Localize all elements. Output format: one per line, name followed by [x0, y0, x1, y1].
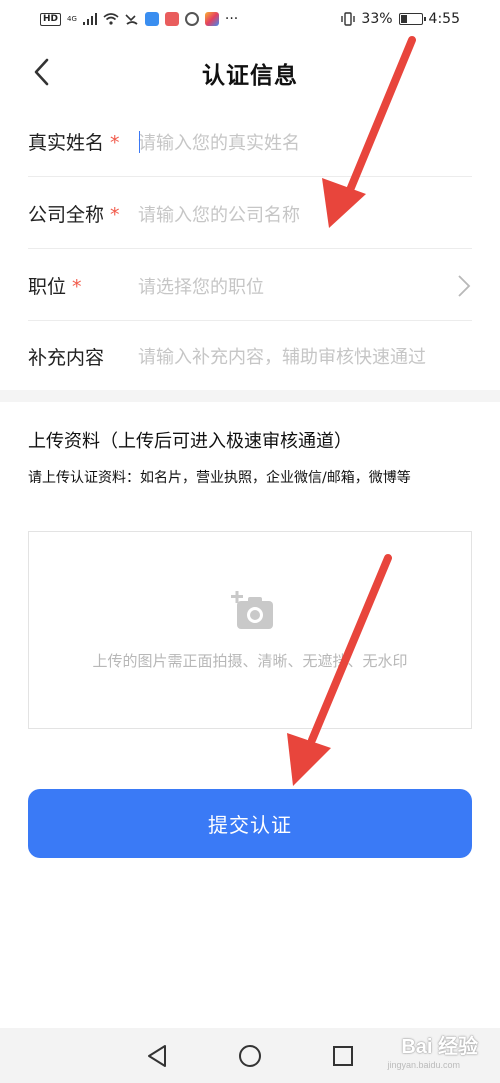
- shield-app-icon: [184, 12, 199, 26]
- position-select[interactable]: 请选择您的职位: [138, 273, 472, 299]
- supplement-input[interactable]: 请输入补充内容，辅助审核快速通过: [138, 343, 472, 369]
- wifi-icon: [103, 13, 119, 25]
- submit-button[interactable]: 提交认证: [28, 789, 472, 858]
- field-label-text: 职位: [28, 276, 67, 298]
- battery-percent: 33%: [361, 11, 393, 27]
- square-recents-icon: [333, 1045, 354, 1066]
- form-row-real-name[interactable]: 真实姓名 * 请输入您的真实姓名: [28, 107, 472, 177]
- status-right: 33% 4:55: [341, 11, 460, 27]
- triangle-back-icon: [147, 1044, 166, 1067]
- network-type: 4G: [67, 14, 77, 23]
- back-button[interactable]: [26, 57, 56, 87]
- chevron-left-icon: [34, 58, 49, 86]
- field-label-text: 真实姓名: [28, 132, 105, 154]
- mail-app-icon: [164, 12, 179, 26]
- text-cursor: [139, 131, 140, 153]
- colorful-app-icon: [204, 12, 219, 26]
- company-input[interactable]: 请输入您的公司名称: [138, 201, 472, 227]
- required-mark: *: [110, 204, 120, 226]
- field-label: 职位 *: [28, 272, 138, 299]
- missed-call-icon: [125, 14, 138, 25]
- image-upload-area[interactable]: 上传的图片需正面拍摄、清晰、无遮挡、无水印: [28, 531, 472, 729]
- chevron-right-icon: [458, 275, 471, 297]
- cloud-app-icon: [144, 12, 159, 26]
- vibrate-icon: [341, 12, 356, 26]
- page-title: 认证信息: [202, 62, 298, 89]
- system-home-button[interactable]: [236, 1042, 264, 1070]
- form-row-supplement[interactable]: 补充内容 请输入补充内容，辅助审核快速通过: [28, 321, 472, 391]
- nav-bar: 认证信息: [0, 45, 500, 100]
- field-label: 真实姓名 *: [28, 128, 138, 155]
- watermark: Bai 经验: [401, 1036, 478, 1058]
- field-label: 补充内容: [28, 346, 105, 369]
- section-divider: [0, 390, 500, 402]
- circle-home-icon: [238, 1044, 261, 1067]
- system-back-button[interactable]: [143, 1042, 171, 1070]
- status-bar: HD 4G ··· 33% 4:55: [0, 0, 500, 38]
- required-mark: *: [72, 276, 82, 298]
- signal-icon: [82, 13, 97, 25]
- system-recents-button[interactable]: [329, 1042, 357, 1070]
- battery-level: [400, 15, 408, 23]
- form-row-company[interactable]: 公司全称 * 请输入您的公司名称: [28, 179, 472, 249]
- more-notifications: ···: [224, 11, 239, 27]
- upload-title: 上传资料（上传后可进入极速审核通道）: [28, 431, 352, 452]
- field-label: 公司全称 *: [28, 200, 138, 227]
- upload-hint: 上传的图片需正面拍摄、清晰、无遮挡、无水印: [92, 652, 408, 670]
- battery-icon: [398, 13, 426, 25]
- real-name-input[interactable]: 请输入您的真实姓名: [138, 129, 472, 155]
- clock: 4:55: [428, 11, 460, 27]
- field-label-text: 公司全称: [28, 204, 105, 226]
- form-row-position[interactable]: 职位 * 请选择您的职位: [28, 251, 472, 321]
- status-left: HD 4G ···: [40, 11, 238, 27]
- watermark-url: jingyan.baidu.com: [387, 1060, 460, 1070]
- add-photo-icon: [231, 591, 273, 629]
- upload-description: 请上传认证资料：如名片，营业执照，企业微信/邮箱，微博等: [28, 470, 411, 486]
- required-mark: *: [110, 132, 120, 154]
- hd-badge: HD: [40, 12, 62, 26]
